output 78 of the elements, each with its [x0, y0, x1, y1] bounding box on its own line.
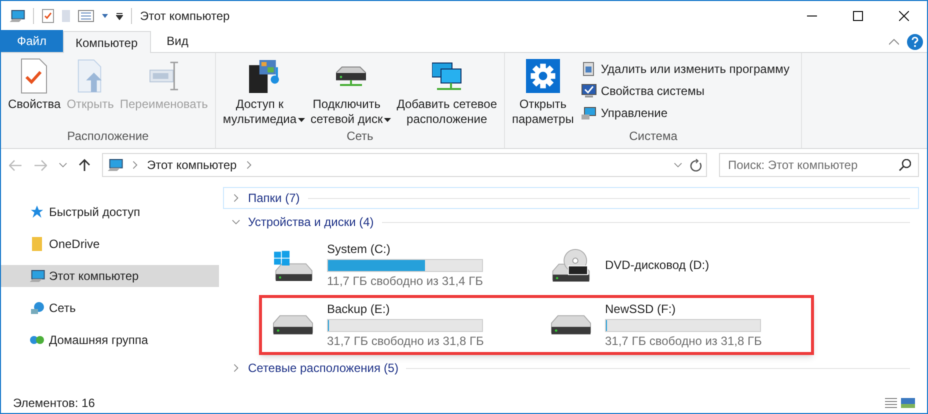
computer-icon: [107, 158, 123, 172]
collapse-ribbon-icon[interactable]: [889, 38, 899, 44]
media-server-icon: [248, 60, 279, 92]
breadcrumb-separator-icon[interactable]: [131, 161, 139, 169]
ribbon-button[interactable]: Открыть параметры: [509, 55, 577, 127]
up-arrow-icon[interactable]: [79, 159, 90, 171]
ribbon-small-button[interactable]: Свойства системы: [580, 81, 790, 101]
properties-icon: [19, 58, 50, 94]
group-header[interactable]: Папки (7): [223, 187, 919, 209]
back-arrow-icon[interactable]: [9, 160, 22, 170]
ribbon-group-label: Сеть: [346, 128, 374, 145]
free-space-text: 11,7 ГБ свободно из 31,4 ГБ: [327, 274, 484, 288]
properties-icon[interactable]: [42, 9, 54, 23]
group-header[interactable]: Устройства и диски (4): [223, 211, 919, 233]
ribbon-button[interactable]: Подключить сетевой диск: [308, 55, 394, 127]
drive-name[interactable]: Backup (E:): [327, 302, 509, 316]
list-view-icon[interactable]: [78, 10, 94, 22]
caret-icon[interactable]: [102, 14, 108, 18]
refresh-icon[interactable]: [690, 158, 702, 172]
ribbon-button[interactable]: Свойства: [5, 55, 64, 112]
ribbon-tab[interactable]: Файл: [1, 30, 63, 52]
breadcrumb-separator-icon[interactable]: [244, 161, 253, 169]
details-view-icon[interactable]: [885, 398, 897, 408]
star-icon: [30, 205, 44, 219]
ribbon-group-label: Система: [628, 128, 678, 145]
monitor-check-icon: [580, 84, 597, 98]
ribbon-button[interactable]: Доступ к мультимедиа: [220, 55, 308, 127]
document-arrow-icon: [77, 59, 104, 93]
maximize-icon: [853, 11, 863, 21]
item-count: Элементов: 16: [13, 395, 95, 412]
rename-icon: [148, 61, 179, 91]
caret-icon: [298, 118, 305, 122]
nav-item[interactable]: Этот компьютер: [1, 265, 219, 287]
forward-arrow-icon[interactable]: [34, 160, 47, 170]
computer-icon[interactable]: [9, 10, 25, 22]
ribbon-button[interactable]: Добавить сетевое расположение: [394, 55, 500, 127]
network-monitors-icon: [432, 62, 462, 90]
hard-drive-icon: [551, 315, 591, 335]
expand-chevron-icon[interactable]: [232, 364, 240, 372]
hard-drive-icon: [273, 315, 313, 335]
network-drive-icon: [336, 66, 366, 86]
search-icon: [899, 159, 911, 171]
free-space-text: 31,7 ГБ свободно из 31,8 ГБ: [605, 334, 763, 348]
ribbon-group-label: Расположение: [66, 128, 150, 145]
minimize-icon: [807, 15, 817, 17]
window-title: Этот компьютер: [140, 8, 230, 25]
nav-item[interactable]: OneDrive: [1, 233, 219, 255]
expand-chevron-icon[interactable]: [232, 218, 240, 226]
ribbon-small-button[interactable]: Удалить или изменить программу: [580, 59, 790, 79]
free-space-text: 31,7 ГБ свободно из 31,8 ГБ: [327, 334, 485, 348]
drive-name[interactable]: System (C:): [327, 242, 509, 256]
group-header[interactable]: Сетевые расположения (5): [223, 357, 919, 379]
computer-icon: [29, 270, 45, 282]
search-field[interactable]: Поиск: Этот компьютер: [719, 153, 919, 177]
ribbon-tab[interactable]: Вид: [150, 30, 204, 52]
computer-gear-icon: [581, 106, 596, 120]
ribbon-tab[interactable]: Компьютер: [62, 31, 151, 53]
dvd-drive-icon: [551, 248, 591, 282]
large-icons-view-icon[interactable]: [901, 398, 915, 408]
recent-locations-icon[interactable]: [59, 161, 67, 169]
nav-item[interactable]: Сеть: [1, 297, 219, 319]
address-history-icon[interactable]: [674, 161, 682, 169]
ribbon-small-button[interactable]: Управление: [580, 103, 790, 123]
network-globe-icon: [30, 302, 44, 314]
expand-chevron-icon[interactable]: [232, 194, 240, 202]
caret-icon: [384, 118, 391, 122]
drive-name[interactable]: DVD-дисковод (D:): [605, 258, 787, 272]
close-icon: [899, 11, 909, 21]
system-drive-icon: [273, 250, 313, 280]
settings-icon: [526, 59, 560, 93]
nav-item[interactable]: Домашняя группа: [1, 329, 219, 351]
breadcrumb-item[interactable]: Этот компьютер: [147, 156, 237, 174]
customize-caret-icon[interactable]: [116, 12, 123, 20]
program-box-icon: [583, 62, 594, 76]
nav-item[interactable]: Быстрый доступ: [1, 201, 219, 223]
help-icon[interactable]: [907, 34, 923, 50]
drive-name[interactable]: NewSSD (F:): [605, 302, 787, 316]
address-field[interactable]: Этот компьютер: [102, 153, 707, 177]
